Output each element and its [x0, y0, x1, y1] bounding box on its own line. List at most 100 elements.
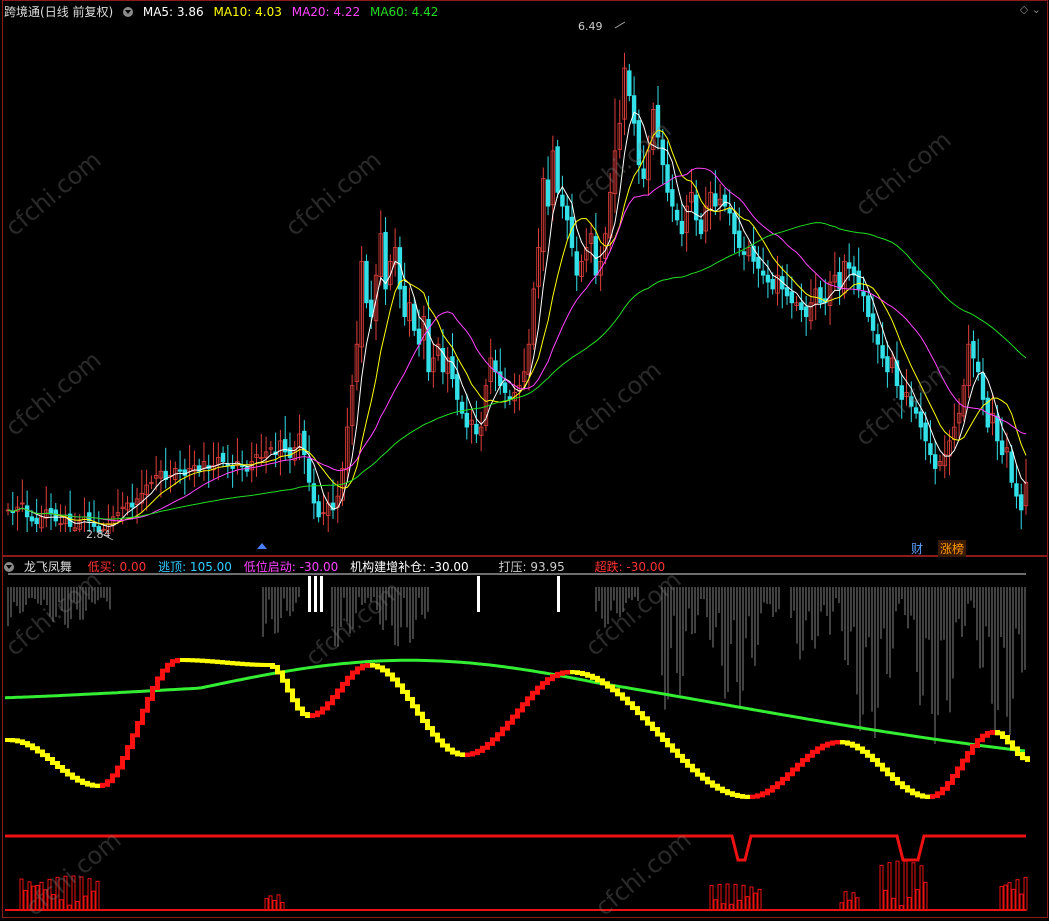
indicator-header: 龙飞凤舞 低买: 0.00 逃顶: 105.00 低位启动: -30.00 机构… — [4, 558, 671, 575]
oscillator-step — [5, 738, 10, 742]
oscillator-step — [90, 782, 95, 788]
oscillator-step — [610, 684, 615, 693]
oscillator-step — [320, 706, 325, 715]
candle-body — [698, 219, 704, 235]
chevron-icon[interactable]: ⌄ — [1032, 3, 1041, 16]
candle-body — [182, 469, 188, 476]
main-header: 跨境通(日线 前复权) MA5: 3.86 MA10: 4.03 MA20: 4… — [4, 3, 444, 20]
oscillator-step — [760, 791, 765, 798]
bottom-hist-bar — [903, 860, 908, 911]
candle-body — [875, 334, 881, 345]
chart-canvas[interactable] — [0, 0, 1049, 920]
candle-body — [665, 164, 670, 193]
signal-bar — [557, 576, 560, 612]
oscillator-step — [315, 710, 320, 718]
oscillator-step — [365, 663, 370, 668]
oscillator-step — [60, 764, 65, 773]
oscillator-step — [260, 662, 265, 667]
oscillator-step — [255, 662, 260, 667]
oscillator-step — [580, 670, 585, 677]
signal-bar — [314, 576, 317, 612]
oscillator-step — [595, 675, 600, 683]
candle-body — [923, 422, 928, 442]
indicator-dropdown-icon[interactable] — [4, 562, 14, 572]
candle-body — [770, 278, 775, 290]
oscillator-step — [640, 711, 645, 721]
oscillator-step — [955, 766, 960, 779]
bottom-hist-bar — [91, 890, 96, 911]
candle-body — [450, 356, 455, 380]
oscillator-step — [660, 732, 665, 742]
oscillator-step — [720, 786, 725, 794]
oscillator-step — [630, 701, 635, 711]
oscillator-step — [500, 726, 505, 737]
oscillator-step — [1020, 752, 1025, 761]
bottom-hist-bar — [843, 891, 848, 911]
oscillator-step — [820, 743, 825, 751]
oscillator-step — [265, 662, 270, 667]
oscillator-step — [510, 714, 515, 725]
oscillator-step — [355, 666, 360, 675]
oscillator-step — [980, 733, 985, 743]
candle-body — [130, 502, 135, 508]
oscillator-step — [410, 696, 415, 709]
oscillator-step — [920, 793, 925, 799]
candle-body — [564, 205, 570, 221]
oscillator-step — [800, 758, 805, 767]
candle-body — [980, 372, 986, 400]
oscillator-step — [45, 753, 50, 762]
oscillator-step — [745, 794, 750, 799]
bottom-hist-bar — [911, 862, 916, 911]
oscillator-step — [240, 661, 245, 667]
oscillator-step — [590, 673, 595, 680]
candle-body — [856, 270, 861, 290]
window-controls[interactable]: ◇ ⌄ — [1020, 3, 1041, 16]
candle-body — [560, 194, 565, 207]
oscillator-step — [885, 767, 890, 777]
candle-body — [799, 302, 804, 311]
candle-body — [679, 220, 685, 235]
candle-body — [574, 251, 579, 276]
oscillator-step — [930, 794, 935, 799]
candle-body — [464, 412, 470, 428]
oscillator-step — [445, 743, 450, 752]
bottom-hist-bar — [839, 902, 844, 911]
oscillator-step — [755, 793, 760, 799]
oscillator-step — [330, 695, 335, 706]
oscillator-step — [740, 794, 745, 799]
oscillator-step — [505, 720, 510, 731]
oscillator-step — [285, 678, 290, 693]
oscillator-step — [120, 756, 125, 770]
oscillator-step — [485, 741, 490, 750]
oscillator-step — [910, 788, 915, 796]
oscillator-step — [40, 749, 45, 758]
settings-dropdown-icon[interactable] — [123, 7, 134, 17]
oscillator-step — [480, 745, 485, 753]
bottom-hist-bar — [717, 883, 722, 911]
oscillator-step — [925, 794, 930, 799]
oscillator-step — [305, 712, 310, 718]
oscillator-step — [935, 791, 940, 799]
oscillator-step — [615, 688, 620, 697]
candle-body — [593, 236, 599, 276]
bottom-hist-bar — [851, 892, 856, 911]
finance-tag[interactable]: 财 — [911, 540, 923, 557]
oscillator-step — [875, 758, 880, 767]
oscillator-step — [695, 768, 700, 777]
ma60-label: MA60: 4.42 — [369, 5, 439, 19]
oscillator-step — [375, 663, 380, 670]
candle-body — [976, 361, 981, 373]
diamond-icon[interactable]: ◇ — [1020, 3, 1028, 16]
bottom-hist-bar — [1023, 877, 1028, 911]
oscillator-step — [1025, 756, 1030, 762]
oscillator-step — [915, 791, 920, 798]
oscillator-step — [645, 716, 650, 726]
candle-body — [244, 466, 250, 472]
oscillator-step — [105, 779, 110, 787]
candle-body — [239, 465, 245, 468]
rank-tag[interactable]: 涨榜 — [938, 540, 967, 557]
oscillator-step — [655, 727, 660, 737]
oscillator-step — [685, 758, 690, 768]
oscillator-step — [560, 670, 565, 676]
candle-body — [846, 262, 852, 269]
